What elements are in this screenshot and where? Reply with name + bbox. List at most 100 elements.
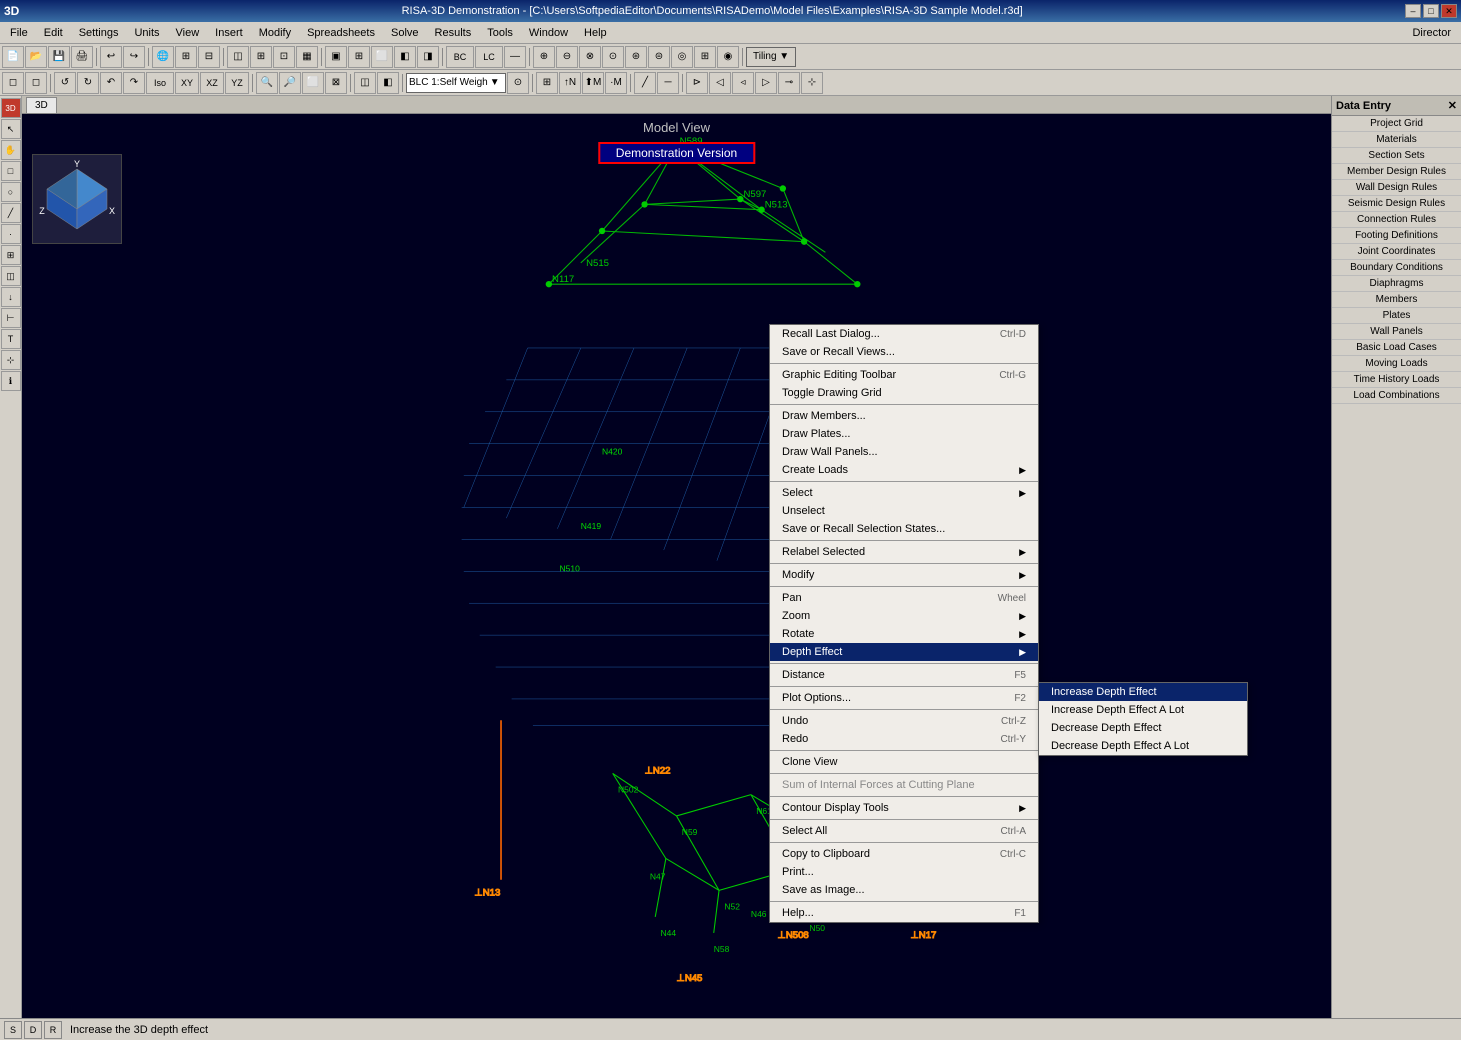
lt-measure[interactable]: ⊹ (1, 350, 21, 370)
menu-units[interactable]: Units (126, 25, 167, 41)
tb2-f1[interactable]: ⊙ (507, 72, 529, 94)
titlebar-controls[interactable]: – □ ✕ (1405, 4, 1457, 18)
menu-edit[interactable]: Edit (36, 25, 71, 41)
cm-select-all[interactable]: Select All Ctrl-A (770, 822, 1038, 840)
tb-redo[interactable]: ↪ (123, 46, 145, 68)
cm-redo[interactable]: Redo Ctrl-Y (770, 730, 1038, 748)
cm-clone-view[interactable]: Clone View (770, 753, 1038, 771)
de-members[interactable]: Members (1332, 292, 1461, 308)
tb-d6[interactable]: ⊜ (648, 46, 670, 68)
tb2-6[interactable]: ↷ (123, 72, 145, 94)
cm-rotate[interactable]: Rotate ▶ (770, 625, 1038, 643)
lt-load[interactable]: ↓ (1, 287, 21, 307)
status-d[interactable]: D (24, 1021, 42, 1039)
tb2-e2[interactable]: ◧ (377, 72, 399, 94)
tb-d4[interactable]: ⊙ (602, 46, 624, 68)
cm-undo[interactable]: Undo Ctrl-Z (770, 712, 1038, 730)
de-connection-rules[interactable]: Connection Rules (1332, 212, 1461, 228)
tb2-iso[interactable]: Iso (146, 72, 174, 94)
tab-3d[interactable]: 3D (26, 97, 57, 113)
cm-sum-internal[interactable]: Sum of Internal Forces at Cutting Plane (770, 776, 1038, 794)
lt-circle[interactable]: ○ (1, 182, 21, 202)
tb-b1[interactable]: ◫ (227, 46, 249, 68)
menu-spreadsheets[interactable]: Spreadsheets (299, 25, 383, 41)
de-wall-panels[interactable]: Wall Panels (1332, 324, 1461, 340)
de-seismic-design[interactable]: Seismic Design Rules (1332, 196, 1461, 212)
tb-lc[interactable]: LC (475, 46, 503, 68)
tb-globe[interactable]: 🌐 (152, 46, 174, 68)
cm-toggle-grid[interactable]: Toggle Drawing Grid (770, 384, 1038, 402)
blc-dropdown[interactable]: BLC 1:Self Weigh ▼ (406, 73, 506, 93)
lt-member[interactable]: ⊞ (1, 245, 21, 265)
lt-line[interactable]: ╱ (1, 203, 21, 223)
tb2-g2[interactable]: ↑N (559, 72, 581, 94)
data-entry-close[interactable]: ✕ (1448, 99, 1457, 112)
tb-d8[interactable]: ⊞ (694, 46, 716, 68)
cm-modify[interactable]: Modify ▶ (770, 566, 1038, 584)
cm-save-recall-views[interactable]: Save or Recall Views... (770, 343, 1038, 361)
tb2-3[interactable]: ↺ (54, 72, 76, 94)
cm-save-recall-states[interactable]: Save or Recall Selection States... (770, 520, 1038, 538)
tb2-g3[interactable]: ⬆M (582, 72, 604, 94)
tb-d7[interactable]: ◎ (671, 46, 693, 68)
tb-bc[interactable]: BC (446, 46, 474, 68)
cm-save-image[interactable]: Save as Image... (770, 881, 1038, 899)
cm-print[interactable]: Print... (770, 863, 1038, 881)
de-load-combinations[interactable]: Load Combinations (1332, 388, 1461, 404)
close-button[interactable]: ✕ (1441, 4, 1457, 18)
cm-draw-plates[interactable]: Draw Plates... (770, 425, 1038, 443)
tb2-xz[interactable]: XZ (200, 72, 224, 94)
tb-d2[interactable]: ⊖ (556, 46, 578, 68)
tb2-zoombox[interactable]: ⬜ (302, 72, 324, 94)
de-wall-design[interactable]: Wall Design Rules (1332, 180, 1461, 196)
menu-insert[interactable]: Insert (207, 25, 251, 41)
tb-c4[interactable]: ◧ (394, 46, 416, 68)
tb-c5[interactable]: ◨ (417, 46, 439, 68)
lt-info[interactable]: ℹ (1, 371, 21, 391)
maximize-button[interactable]: □ (1423, 4, 1439, 18)
menu-settings[interactable]: Settings (71, 25, 127, 41)
tb-print[interactable]: 🖨 (71, 46, 93, 68)
tb-b4[interactable]: ▦ (296, 46, 318, 68)
tb-d3[interactable]: ⊗ (579, 46, 601, 68)
tb-dash[interactable]: — (504, 46, 526, 68)
cm-relabel[interactable]: Relabel Selected ▶ (770, 543, 1038, 561)
cm-plot-options[interactable]: Plot Options... F2 (770, 689, 1038, 707)
minimize-button[interactable]: – (1405, 4, 1421, 18)
cm-graphic-toolbar[interactable]: Graphic Editing Toolbar Ctrl-G (770, 366, 1038, 384)
cm-create-loads[interactable]: Create Loads ▶ (770, 461, 1038, 479)
tb2-e1[interactable]: ◫ (354, 72, 376, 94)
tb-grid2[interactable]: ⊟ (198, 46, 220, 68)
menu-solve[interactable]: Solve (383, 25, 427, 41)
cm-copy-clipboard[interactable]: Copy to Clipboard Ctrl-C (770, 845, 1038, 863)
menu-window[interactable]: Window (521, 25, 576, 41)
tb2-zoomout[interactable]: 🔎 (279, 72, 301, 94)
lt-plate[interactable]: ◫ (1, 266, 21, 286)
tb2-yz[interactable]: YZ (225, 72, 249, 94)
menu-modify[interactable]: Modify (251, 25, 299, 41)
de-footing-definitions[interactable]: Footing Definitions (1332, 228, 1461, 244)
menu-view[interactable]: View (168, 25, 208, 41)
de-diaphragms[interactable]: Diaphragms (1332, 276, 1461, 292)
menu-file[interactable]: File (2, 25, 36, 41)
cm-draw-wall-panels[interactable]: Draw Wall Panels... (770, 443, 1038, 461)
tb-undo[interactable]: ↩ (100, 46, 122, 68)
de-joint-coordinates[interactable]: Joint Coordinates (1332, 244, 1461, 260)
tb-c1[interactable]: ▣ (325, 46, 347, 68)
de-boundary-conditions[interactable]: Boundary Conditions (1332, 260, 1461, 276)
tb2-1[interactable]: ◻ (2, 72, 24, 94)
tb2-i4[interactable]: ▷ (755, 72, 777, 94)
tb2-2[interactable]: ◻ (25, 72, 47, 94)
menu-tools[interactable]: Tools (479, 25, 521, 41)
lt-text[interactable]: T (1, 329, 21, 349)
tb2-4[interactable]: ↻ (77, 72, 99, 94)
cm-pan[interactable]: Pan Wheel (770, 589, 1038, 607)
de-plates[interactable]: Plates (1332, 308, 1461, 324)
tb-c2[interactable]: ⊞ (348, 46, 370, 68)
lt-node[interactable]: · (1, 224, 21, 244)
menu-help[interactable]: Help (576, 25, 615, 41)
cm-contour-tools[interactable]: Contour Display Tools ▶ (770, 799, 1038, 817)
menu-results[interactable]: Results (427, 25, 480, 41)
tb2-i3[interactable]: ◃ (732, 72, 754, 94)
de-basic-load-cases[interactable]: Basic Load Cases (1332, 340, 1461, 356)
